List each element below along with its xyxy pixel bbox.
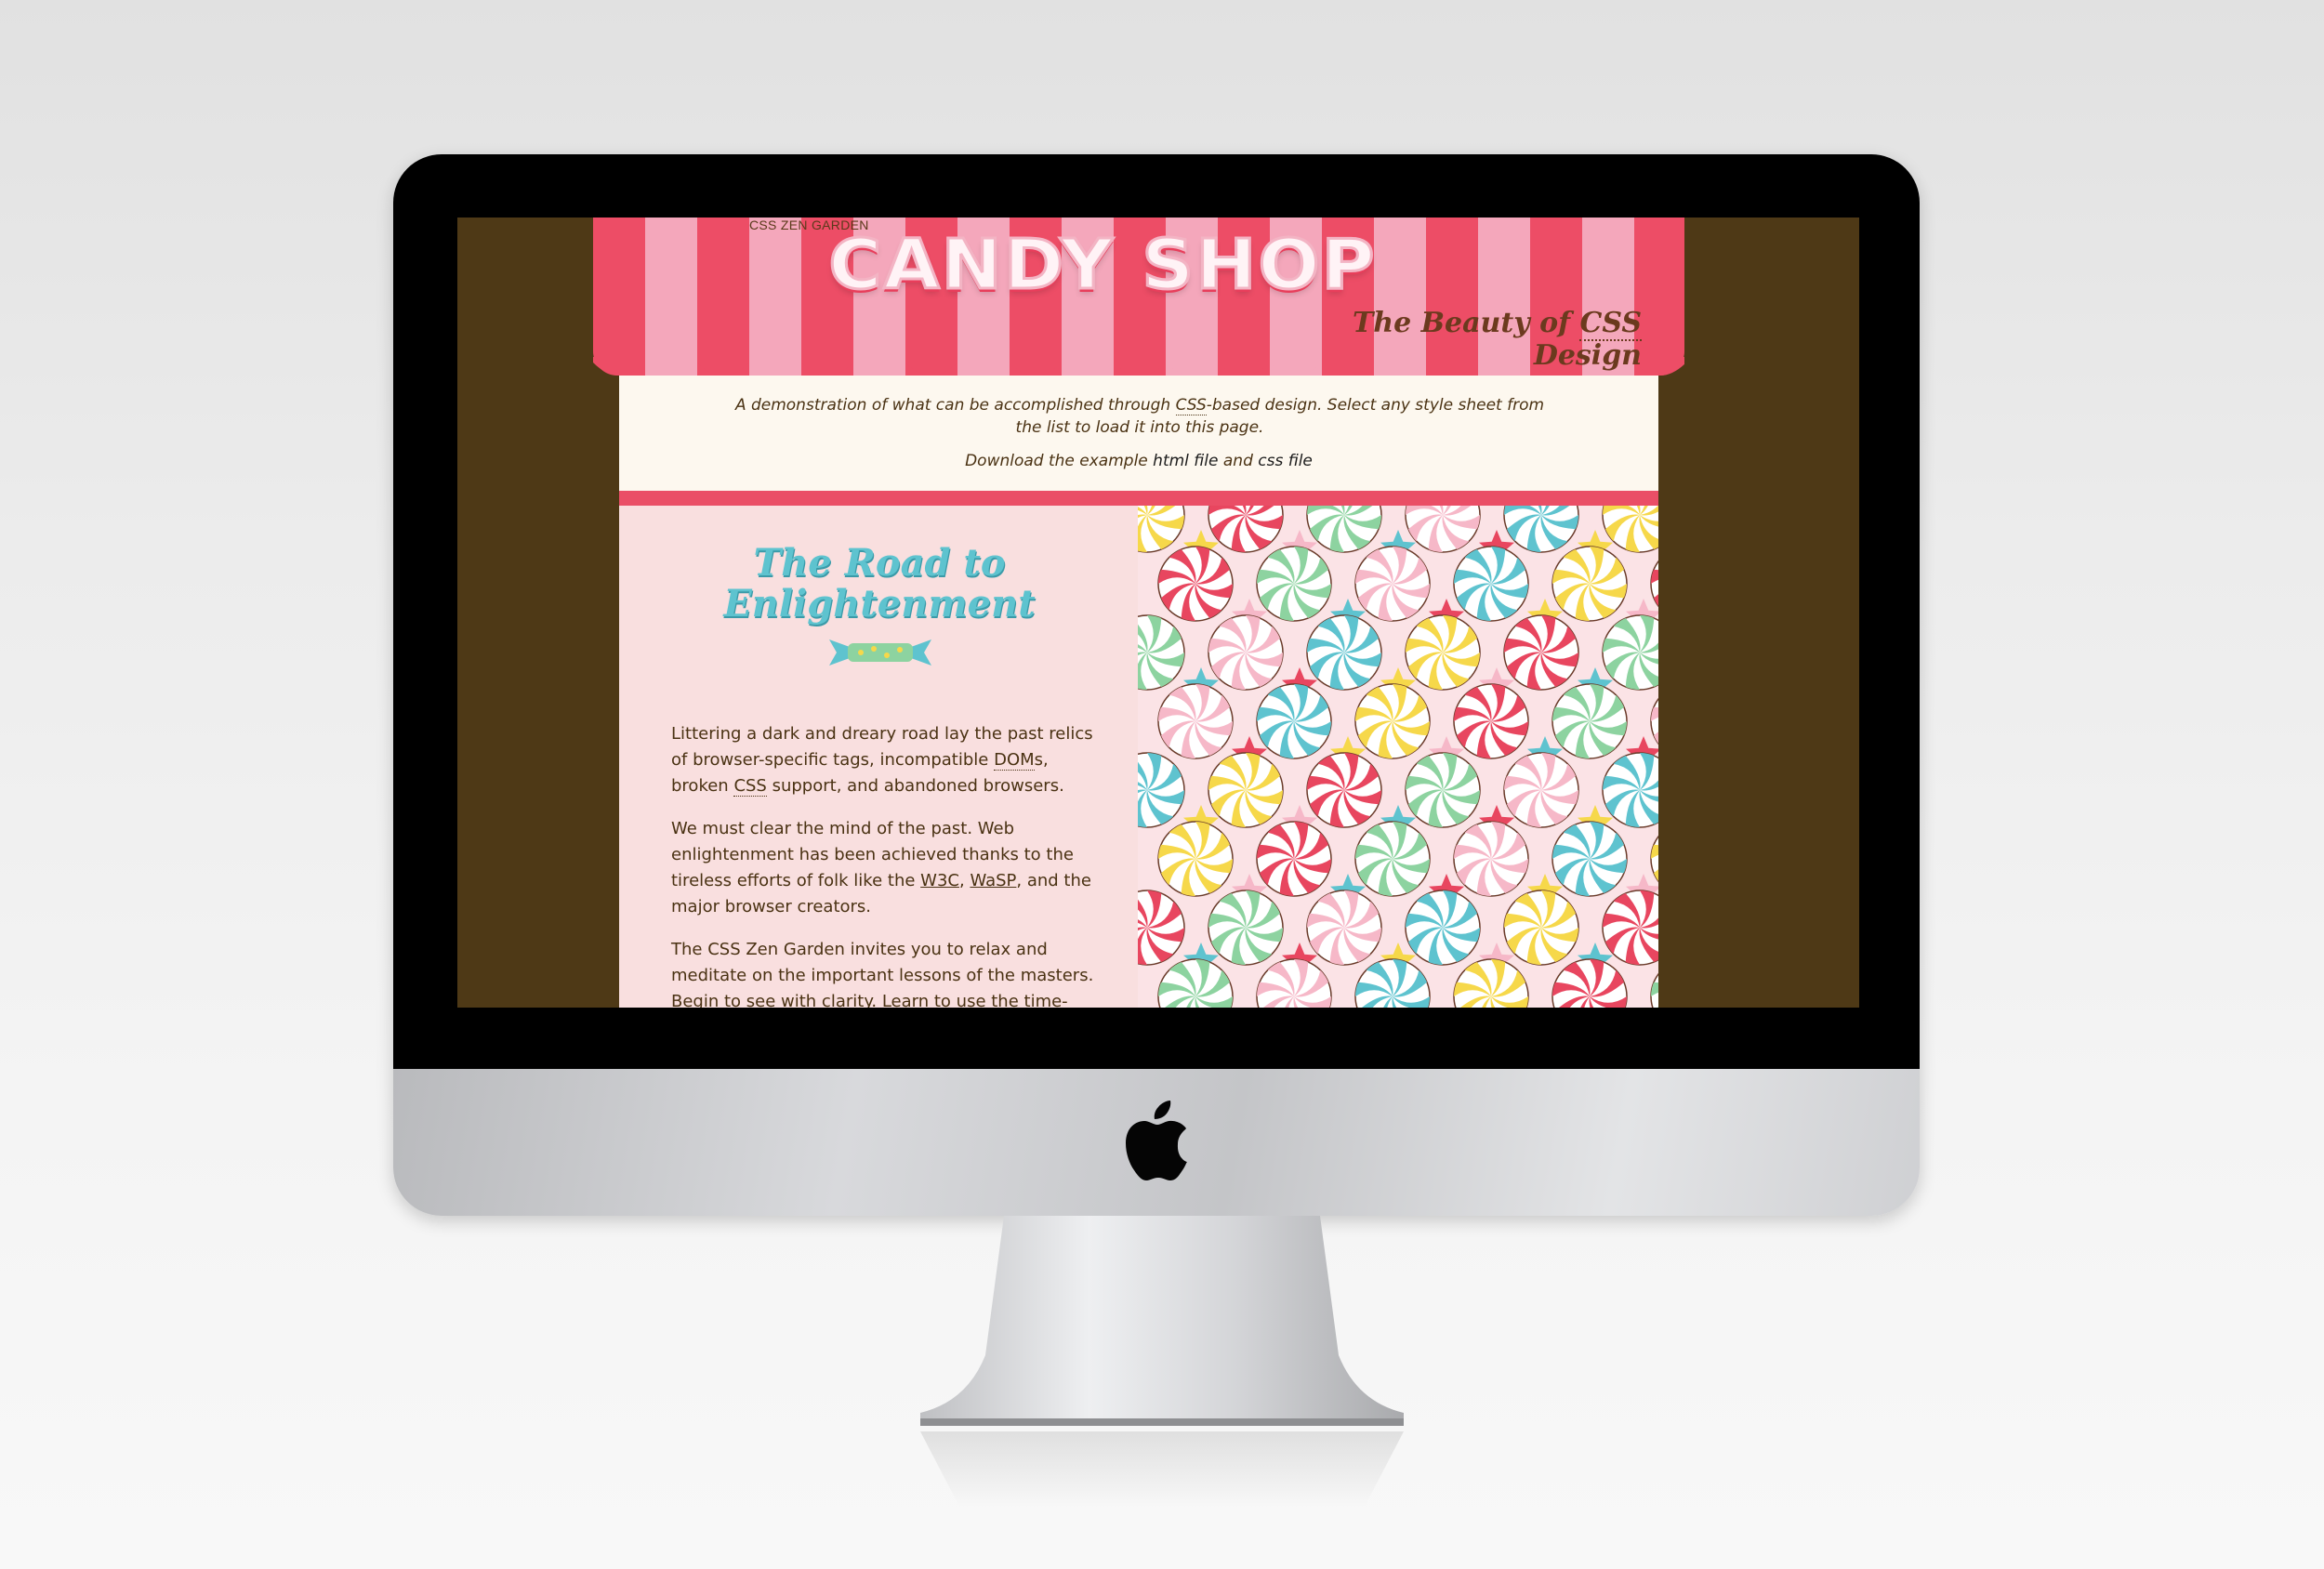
candy-swirl xyxy=(1503,614,1579,691)
awning-scallop xyxy=(1634,357,1684,376)
candy-swirl xyxy=(1405,752,1481,828)
css-file-link[interactable]: css file xyxy=(1258,452,1313,470)
html-file-link[interactable]: html file xyxy=(1153,452,1218,470)
intro-summary: A demonstration of what can be accomplis… xyxy=(721,394,1558,439)
awning-scallop xyxy=(853,357,905,376)
intro-text-a: A demonstration of what can be accomplis… xyxy=(734,396,1176,415)
candy-swirl xyxy=(1306,614,1382,691)
candy-swirl xyxy=(1552,958,1628,1008)
candy-swirl xyxy=(1405,890,1481,966)
awning-scallop xyxy=(801,357,853,376)
candy-swirl xyxy=(1306,506,1382,553)
w3c-link[interactable]: W3C xyxy=(920,871,959,890)
wasp-link[interactable]: WaSP xyxy=(970,871,1016,890)
p2-sep: , xyxy=(958,871,971,890)
candy-swirl xyxy=(1552,546,1628,622)
candy-swirl xyxy=(1552,821,1628,897)
candy-swirl xyxy=(1138,614,1185,691)
candy-swirl xyxy=(1354,958,1431,1008)
candy-swirl xyxy=(1256,546,1332,622)
candy-swirl xyxy=(1138,506,1185,553)
road-heading-line2: Enlightenment xyxy=(723,582,1036,626)
awning-scallop xyxy=(697,357,749,376)
candy-swirl xyxy=(1256,821,1332,897)
awning-scallop xyxy=(593,357,645,376)
intro-abbr-css: CSS xyxy=(1175,396,1207,415)
awning-scallop xyxy=(1010,357,1062,376)
intro-section: A demonstration of what can be accomplis… xyxy=(619,376,1658,491)
candy-swirl xyxy=(1138,890,1185,966)
monitor-stand xyxy=(920,1216,1404,1426)
awning-scallop xyxy=(1218,357,1270,376)
p1-c: support, and abandoned browsers. xyxy=(766,776,1064,796)
candy-swirl xyxy=(1157,683,1234,759)
candy-swirl xyxy=(1552,683,1628,759)
awning-scallop xyxy=(645,357,697,376)
candy-swirl xyxy=(1650,560,1658,608)
candy-swirl xyxy=(1208,506,1284,553)
candy-swirl xyxy=(1602,890,1658,966)
awning-scallop xyxy=(957,357,1010,376)
candy-swirl xyxy=(1354,683,1431,759)
candy-swirl xyxy=(1602,614,1658,691)
road-paragraph-2: We must clear the mind of the past. Web … xyxy=(671,816,1099,920)
candy-swirl xyxy=(1453,546,1529,622)
webpage: CSS ZEN GARDEN CANDY SHOP The Beauty of … xyxy=(593,218,1684,1008)
road-body: Littering a dark and dreary road lay the… xyxy=(671,721,1099,1008)
candy-swirl xyxy=(1138,752,1185,828)
candy-swirl xyxy=(1208,614,1284,691)
awning-scallop xyxy=(905,357,957,376)
candy-swirl xyxy=(1354,821,1431,897)
download-text: Download the example xyxy=(965,452,1154,470)
candy-swirl xyxy=(1602,752,1658,828)
tagline-pre: The Beauty of xyxy=(1352,307,1580,339)
candy-swirl xyxy=(1256,683,1332,759)
candy-swirl xyxy=(1208,752,1284,828)
download-and: and xyxy=(1218,452,1259,470)
apple-logo-icon xyxy=(1126,1101,1187,1180)
candy-swirl xyxy=(1453,683,1529,759)
abbr-dom: DOM xyxy=(994,750,1035,771)
tagline-post: Design xyxy=(1533,339,1642,372)
candy-swirl xyxy=(1650,697,1658,745)
awning-scallop xyxy=(1062,357,1114,376)
candy-swirl xyxy=(1503,890,1579,966)
candy-swirl xyxy=(1354,546,1431,622)
abbr-css: CSS xyxy=(733,776,767,797)
candy-swirl xyxy=(1306,752,1382,828)
section-divider xyxy=(619,491,1658,506)
candy-swirl xyxy=(1157,821,1234,897)
road-section: The Road to Enlightenment Littering a da… xyxy=(619,506,1138,1008)
road-heading-line1: The Road to xyxy=(753,541,1006,585)
candy-swirl xyxy=(1306,890,1382,966)
candy-swirl xyxy=(1256,958,1332,1008)
page-title: CANDY SHOP xyxy=(827,224,1377,307)
awning-scallop xyxy=(749,357,801,376)
intro-download: Download the example html file and css f… xyxy=(619,450,1658,472)
road-paragraph-3: The CSS Zen Garden invites you to relax … xyxy=(671,940,1094,1008)
candy-swirl xyxy=(1405,614,1481,691)
road-heading: The Road to Enlightenment xyxy=(712,543,1047,625)
candy-swirl xyxy=(1650,972,1658,1008)
candy-swirl xyxy=(1453,958,1529,1008)
candy-swirl xyxy=(1602,506,1658,553)
candy-swirl xyxy=(1157,958,1234,1008)
candy-pattern-panel xyxy=(1138,506,1658,1008)
awning-scallop xyxy=(1114,357,1166,376)
candy-swirl xyxy=(1208,890,1284,966)
road-paragraph-1: Littering a dark and dreary road lay the… xyxy=(671,721,1099,799)
awning-scallop xyxy=(1166,357,1218,376)
stand-reflection xyxy=(920,1431,1404,1506)
candy-pattern xyxy=(1138,506,1658,1008)
monitor-screen: CSS ZEN GARDEN CANDY SHOP The Beauty of … xyxy=(457,218,1859,1008)
candy-swirl xyxy=(1453,821,1529,897)
tagline: The Beauty of CSS Design xyxy=(1270,307,1642,372)
candy-wrapper-icon xyxy=(829,639,931,666)
candy-swirl xyxy=(1650,835,1658,883)
candy-swirl xyxy=(1405,506,1481,553)
candy-swirl xyxy=(1503,752,1579,828)
tagline-abbr: CSS xyxy=(1579,307,1642,341)
candy-swirl xyxy=(1503,506,1579,553)
candy-swirl xyxy=(1157,546,1234,622)
